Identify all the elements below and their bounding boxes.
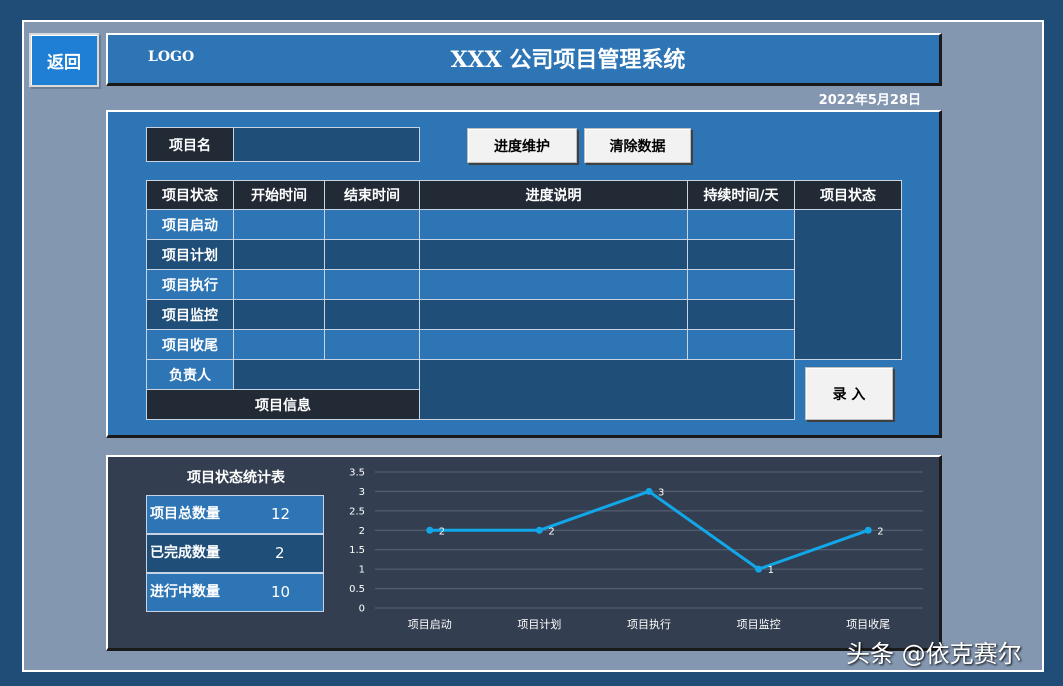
x-tick-label: 项目执行 <box>627 617 671 631</box>
start-time-cell[interactable] <box>233 239 325 270</box>
table-header-duration: 持续时间/天 <box>687 180 795 210</box>
data-point <box>864 526 872 534</box>
y-tick-label: 1.5 <box>349 545 365 556</box>
stage-label: 项目启动 <box>146 209 234 240</box>
y-tick-label: 0.5 <box>349 584 365 595</box>
watermark: 头条 @依克赛尔 <box>846 640 1022 668</box>
stat-label: 进行中数量 <box>150 584 220 600</box>
page-title: XXX 公司项目管理系统 <box>450 47 686 73</box>
table-header-state: 项目状态 <box>794 180 902 210</box>
end-time-cell[interactable] <box>324 299 420 330</box>
owner-input[interactable] <box>233 359 420 390</box>
data-point <box>535 526 543 534</box>
stat-value: 2 <box>275 544 285 562</box>
table-header-start: 开始时间 <box>233 180 325 210</box>
notes-area[interactable] <box>419 359 795 420</box>
stage-label: 项目计划 <box>146 239 234 270</box>
y-tick-label: 0 <box>359 604 365 615</box>
data-point <box>645 487 653 495</box>
stat-row: 项目总数量 12 <box>146 495 324 534</box>
duration-cell <box>687 209 795 240</box>
start-time-cell[interactable] <box>233 269 325 300</box>
stat-value: 12 <box>271 505 291 523</box>
end-time-cell[interactable] <box>324 239 420 270</box>
owner-label: 负责人 <box>146 359 234 390</box>
data-label: 2 <box>439 526 445 537</box>
stats-title: 项目状态统计表 <box>187 470 285 486</box>
stat-label: 已完成数量 <box>150 545 220 561</box>
project-name-input[interactable] <box>233 127 420 162</box>
data-label: 2 <box>877 526 883 537</box>
submit-button[interactable]: 录 入 <box>805 367 893 420</box>
x-tick-label: 项目监控 <box>737 617 781 631</box>
stage-label: 项目监控 <box>146 299 234 330</box>
y-tick-label: 3.5 <box>349 468 365 479</box>
start-time-cell[interactable] <box>233 329 325 360</box>
data-label: 1 <box>768 565 774 576</box>
duration-cell <box>687 269 795 300</box>
table-header-status: 项目状态 <box>146 180 234 210</box>
back-button[interactable]: 返回 <box>29 33 99 87</box>
duration-cell <box>687 329 795 360</box>
stat-row: 进行中数量 10 <box>146 573 324 612</box>
table-header-desc: 进度说明 <box>419 180 688 210</box>
date-label: 2022年5月28日 <box>818 93 921 108</box>
stat-value: 10 <box>271 583 291 601</box>
start-time-cell[interactable] <box>233 209 325 240</box>
progress-maintain-button[interactable]: 进度维护 <box>467 128 577 163</box>
data-label: 2 <box>548 526 554 537</box>
y-tick-label: 2 <box>359 526 365 537</box>
end-time-cell[interactable] <box>324 269 420 300</box>
stat-row: 已完成数量 2 <box>146 534 324 573</box>
y-tick-label: 3 <box>359 487 365 498</box>
progress-desc-cell[interactable] <box>419 209 688 240</box>
x-tick-label: 项目启动 <box>408 618 452 631</box>
progress-desc-cell[interactable] <box>419 329 688 360</box>
project-status-cell <box>794 209 902 360</box>
data-point <box>755 565 763 573</box>
stage-label: 项目执行 <box>146 269 234 300</box>
data-label: 3 <box>658 487 664 498</box>
duration-cell <box>687 239 795 270</box>
status-line-chart: 0 0.5 1 1.5 2 2.5 3 3.5 项目启动 项目计划 项目执行 项目监控 项目收尾 2 2 3 1… <box>349 468 923 631</box>
stage-label: 项目收尾 <box>146 329 234 360</box>
progress-desc-cell[interactable] <box>419 239 688 270</box>
data-point <box>426 526 434 534</box>
progress-desc-cell[interactable] <box>419 269 688 300</box>
clear-data-button[interactable]: 清除数据 <box>584 128 691 163</box>
y-tick-label: 1 <box>359 565 365 576</box>
end-time-cell[interactable] <box>324 329 420 360</box>
start-time-cell[interactable] <box>233 299 325 330</box>
project-info-label: 项目信息 <box>146 389 420 420</box>
stat-label: 项目总数量 <box>150 506 220 522</box>
table-header-end: 结束时间 <box>324 180 420 210</box>
duration-cell <box>687 299 795 330</box>
x-tick-label: 项目计划 <box>517 618 561 631</box>
y-tick-label: 2.5 <box>349 506 365 517</box>
progress-desc-cell[interactable] <box>419 299 688 330</box>
x-tick-label: 项目收尾 <box>846 617 890 631</box>
end-time-cell[interactable] <box>324 209 420 240</box>
project-name-label: 项目名 <box>146 127 234 162</box>
